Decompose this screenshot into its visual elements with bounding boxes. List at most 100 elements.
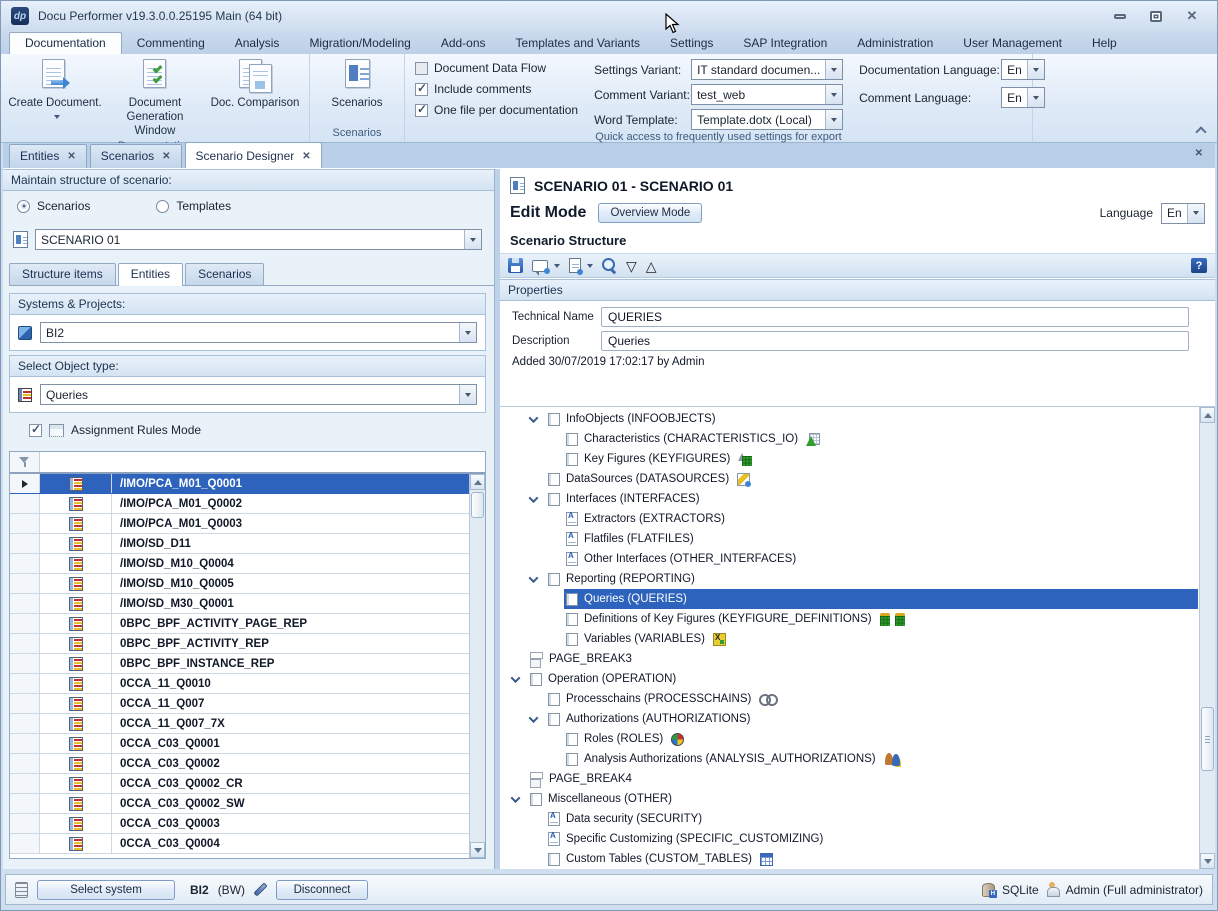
tree-item[interactable]: Miscellaneous (OTHER)	[500, 789, 1198, 809]
tree-item[interactable]: PAGE_BREAK3	[500, 649, 1198, 669]
tree-checkbox[interactable]	[548, 573, 560, 586]
variant-dropdown[interactable]: Template.dotx (Local)	[691, 109, 843, 130]
tree-item[interactable]: Extractors (EXTRACTORS)	[500, 509, 1198, 529]
variant-dropdown[interactable]: test_web	[691, 84, 843, 105]
disconnect-button[interactable]: Disconnect	[276, 880, 368, 900]
ribbon-tab[interactable]: Analysis	[220, 33, 295, 54]
description-input[interactable]	[601, 331, 1189, 351]
language-dropdown[interactable]: En	[1161, 203, 1205, 224]
entity-row[interactable]: 0BPC_BPF_ACTIVITY_REP	[10, 634, 469, 654]
tree-item[interactable]: Queries (QUERIES)	[500, 589, 1198, 609]
language-dropdown[interactable]: En	[1001, 87, 1045, 108]
ribbon-big-button[interactable]: Document Generation Window	[105, 57, 205, 139]
tree-item[interactable]: Interfaces (INTERFACES)	[500, 489, 1198, 509]
scenario-dropdown[interactable]: SCENARIO 01	[35, 229, 482, 250]
search-icon[interactable]	[602, 258, 617, 273]
entity-row[interactable]: 0CCA_11_Q007_7X	[10, 714, 469, 734]
ribbon-checkbox-row[interactable]: One file per documentation	[415, 103, 578, 117]
tree-item[interactable]: InfoObjects (INFOOBJECTS)	[500, 409, 1198, 429]
tab-group-close-icon[interactable]: ✕	[1195, 148, 1203, 159]
tree-checkbox[interactable]	[566, 433, 578, 446]
scroll-down-button[interactable]	[470, 842, 485, 858]
left-panel-tab[interactable]: Scenarios	[185, 263, 264, 285]
dropdown-arrow-button[interactable]	[825, 60, 842, 79]
ribbon-tab[interactable]: Help	[1077, 33, 1132, 54]
ribbon-tab[interactable]: Settings	[655, 33, 728, 54]
tree-checkbox[interactable]	[530, 793, 542, 806]
radio-button[interactable]	[17, 200, 30, 213]
tree-item[interactable]: Specific Customizing (SPECIFIC_CUSTOMIZI…	[500, 829, 1198, 849]
close-button[interactable]: ✕	[1183, 8, 1201, 24]
tree-item[interactable]: PAGE_BREAK4	[500, 769, 1198, 789]
tree-item[interactable]: Definitions of Key Figures (KEYFIGURE_DE…	[500, 609, 1198, 629]
dropdown-arrow-button[interactable]	[825, 110, 842, 129]
assignment-rules-row[interactable]: Assignment Rules Mode	[29, 423, 201, 437]
entity-row[interactable]: 0CCA_C03_Q0002_SW	[10, 794, 469, 814]
left-panel-tab[interactable]: Structure items	[9, 263, 116, 285]
left-panel-tab[interactable]: Entities	[118, 263, 183, 286]
ribbon-tab[interactable]: Migration/Modeling	[294, 33, 425, 54]
tree-checkbox[interactable]	[548, 493, 560, 506]
entity-row[interactable]: 0BPC_BPF_INSTANCE_REP	[10, 654, 469, 674]
entity-row[interactable]: /IMO/SD_D11	[10, 534, 469, 554]
dropdown-arrow-button[interactable]	[825, 85, 842, 104]
expander-icon[interactable]	[529, 413, 539, 423]
document-tab[interactable]: Scenario Designer ✕	[185, 142, 322, 168]
ribbon-tab[interactable]: SAP Integration	[728, 33, 842, 54]
dropdown-arrow-button[interactable]	[459, 385, 476, 404]
ribbon-tab[interactable]: Templates and Variants	[501, 33, 656, 54]
tree-checkbox[interactable]	[566, 613, 578, 626]
expander-icon[interactable]	[529, 713, 539, 723]
entity-row[interactable]: /IMO/SD_M10_Q0005	[10, 574, 469, 594]
tree-item[interactable]: DataSources (DATASOURCES)	[500, 469, 1198, 489]
object-type-dropdown[interactable]: Queries	[40, 384, 477, 405]
expander-icon[interactable]	[529, 493, 539, 503]
tree-item[interactable]: Custom Tables (CUSTOM_TABLES)	[500, 849, 1198, 869]
minimize-button[interactable]	[1111, 8, 1129, 24]
table-filter-row[interactable]	[10, 452, 485, 474]
ribbon-tab[interactable]: Commenting	[122, 33, 220, 54]
save-icon[interactable]	[508, 258, 523, 273]
tree-checkbox[interactable]	[548, 853, 560, 866]
dropdown-arrow-button[interactable]	[1027, 60, 1044, 79]
add-document-button[interactable]	[569, 258, 593, 273]
radio-button[interactable]	[156, 200, 169, 213]
add-comment-button[interactable]	[532, 260, 560, 272]
ribbon-tab[interactable]: Administration	[842, 33, 948, 54]
tree-checkbox[interactable]	[566, 733, 578, 746]
ribbon-tab[interactable]: Documentation	[9, 32, 122, 54]
dropdown-arrow-button[interactable]	[464, 230, 481, 249]
entity-row[interactable]: 0CCA_C03_Q0002	[10, 754, 469, 774]
entity-row[interactable]: 0BPC_BPF_ACTIVITY_PAGE_REP	[10, 614, 469, 634]
tree-checkbox[interactable]	[566, 593, 578, 606]
entity-row[interactable]: /IMO/PCA_M01_Q0003	[10, 514, 469, 534]
entity-row[interactable]: 0CCA_11_Q007	[10, 694, 469, 714]
scroll-down-button[interactable]	[1200, 853, 1215, 869]
dropdown-arrow-button[interactable]	[459, 323, 476, 342]
tree-checkbox[interactable]	[548, 713, 560, 726]
select-system-button[interactable]: Select system	[37, 880, 175, 900]
tab-close-icon[interactable]: ✕	[302, 151, 310, 162]
overview-mode-button[interactable]: Overview Mode	[598, 203, 702, 223]
tree-item[interactable]: Characteristics (CHARACTERISTICS_IO)	[500, 429, 1198, 449]
expand-all-icon[interactable]: ▽	[626, 259, 637, 273]
entity-row[interactable]: 0CCA_C03_Q0001	[10, 734, 469, 754]
checkbox[interactable]	[415, 62, 428, 75]
dropdown-arrow-button[interactable]	[1027, 88, 1044, 107]
help-icon[interactable]: ?	[1191, 258, 1207, 273]
entity-row[interactable]: 0CCA_11_Q0010	[10, 674, 469, 694]
filter-icon[interactable]	[19, 457, 30, 467]
checkbox[interactable]	[415, 83, 428, 96]
entity-row[interactable]: /IMO/SD_M30_Q0001	[10, 594, 469, 614]
ribbon-checkbox-row[interactable]: Document Data Flow	[415, 61, 578, 75]
assignment-rules-checkbox[interactable]	[29, 424, 42, 437]
entity-table-scrollbar[interactable]	[469, 474, 485, 858]
system-dropdown[interactable]: BI2	[40, 322, 477, 343]
entity-row[interactable]: 0CCA_C03_Q0004	[10, 834, 469, 854]
tree-checkbox[interactable]	[566, 753, 578, 766]
tree-item[interactable]: Analysis Authorizations (ANALYSIS_AUTHOR…	[500, 749, 1198, 769]
tree-checkbox[interactable]	[548, 473, 560, 486]
ribbon-tab[interactable]: User Management	[948, 33, 1077, 54]
tree-checkbox[interactable]	[566, 453, 578, 466]
variant-dropdown[interactable]: IT standard documen...	[691, 59, 843, 80]
